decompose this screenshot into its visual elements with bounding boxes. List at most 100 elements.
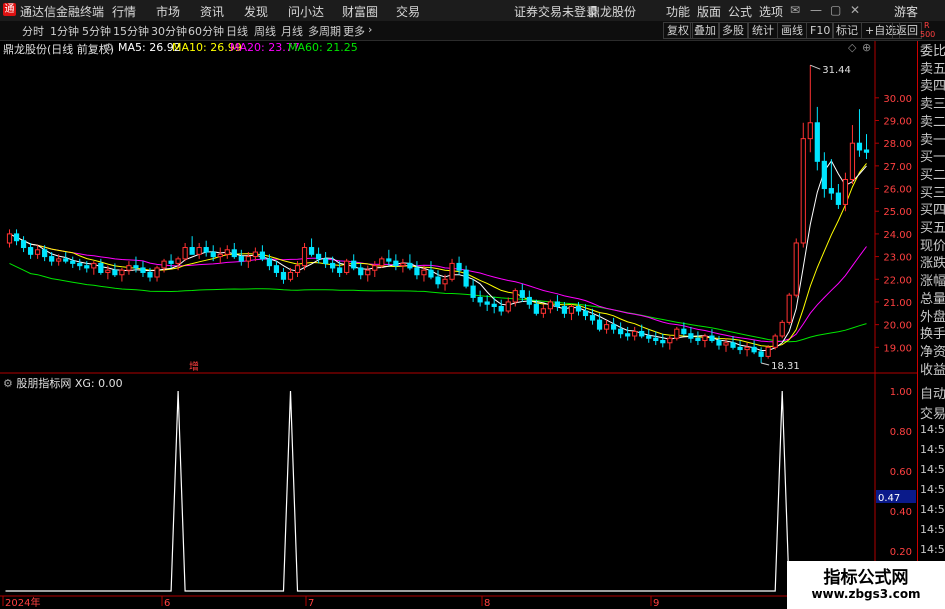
candle-body — [266, 258, 273, 267]
candle-body — [603, 324, 610, 330]
indicator-xg: XG: 0.00 — [74, 377, 123, 390]
ticks-panel-label: 交易 — [920, 407, 945, 422]
candle-body — [618, 328, 624, 335]
candle-body — [189, 247, 195, 255]
candle-body — [779, 321, 785, 337]
tick-time: 14:56 — [920, 463, 945, 476]
candle-body — [168, 260, 174, 264]
candle-body — [533, 303, 539, 314]
quote-row-label: 卖一 — [920, 132, 945, 148]
candle-body — [575, 305, 582, 312]
candle-body — [484, 301, 490, 305]
candle-body — [56, 258, 62, 262]
time-tick-label: 9 — [653, 598, 659, 609]
quote-row-label: 买二 — [920, 167, 945, 183]
high-annotation: 31.44 — [822, 65, 851, 76]
time-tick-label: 2024年 — [5, 596, 40, 609]
candle-body — [688, 333, 694, 339]
candle-body — [337, 267, 343, 273]
candle-body — [428, 269, 434, 278]
candle-body — [238, 256, 244, 262]
quote-row-label: 卖二 — [920, 114, 945, 130]
indicator-name: 股朋指标网 — [16, 377, 72, 390]
candle-body — [386, 258, 392, 262]
low-marker-line — [761, 362, 770, 366]
candle-body — [449, 262, 455, 280]
candle-body — [751, 346, 757, 353]
candle-body — [358, 267, 364, 276]
candle-body — [301, 247, 308, 267]
candle-body — [589, 315, 596, 321]
price-tick-label: 24.00 — [883, 230, 912, 241]
candle-body — [660, 340, 666, 344]
candle-body — [596, 319, 603, 330]
candle-body — [505, 301, 511, 312]
indicator-tick-label: 0.20 — [890, 547, 912, 558]
candle-body — [203, 247, 209, 253]
price-tick-label: 28.00 — [883, 139, 912, 150]
watermark-title: 指标公式网 — [823, 568, 909, 588]
candle-body — [702, 335, 708, 342]
candle-body — [442, 278, 448, 285]
candle-body — [161, 260, 167, 269]
candle-body — [849, 142, 856, 180]
candle-body — [716, 340, 722, 346]
candle-body — [526, 296, 532, 305]
candle-body — [800, 138, 806, 244]
candle-body — [379, 258, 385, 267]
candle-body — [758, 351, 764, 357]
candle-body — [667, 337, 673, 344]
candle-body — [646, 335, 652, 339]
price-tick-label: 23.00 — [883, 253, 912, 264]
candle-body — [84, 265, 90, 269]
ma-lines — [9, 159, 867, 351]
candle-body — [477, 296, 483, 303]
chart-canvas[interactable]: 31.44 18.31 增 30.00 29.00 28.00 27.00 26.00 25.0… — [0, 0, 945, 609]
candle-body — [27, 247, 34, 255]
indicator-tick-label: 0.60 — [890, 467, 912, 478]
candle-body — [821, 160, 827, 190]
high-marker-line — [810, 64, 821, 70]
candle-body — [365, 269, 371, 276]
candle-body — [133, 265, 139, 269]
xg-line — [5, 390, 872, 592]
candle-body — [154, 267, 160, 278]
candle-body — [140, 267, 146, 273]
quote-row-label: 涨幅 — [920, 274, 945, 290]
candle-body — [491, 303, 497, 307]
candle-body — [63, 258, 69, 262]
candle-body — [330, 262, 336, 269]
candle-body — [807, 122, 813, 140]
quote-row-label: 卖四 — [920, 79, 945, 95]
candle-body — [323, 258, 329, 264]
candle-body — [98, 262, 104, 273]
candle-body — [568, 305, 575, 314]
candle-body — [625, 333, 631, 337]
candlestick-series — [6, 65, 870, 363]
candle-body — [273, 265, 280, 273]
candle-body — [723, 342, 729, 346]
candle-body — [112, 269, 118, 276]
low-annotation: 18.31 — [771, 361, 800, 372]
candle-body — [730, 342, 736, 348]
candle-body — [35, 249, 41, 255]
price-tick-label: 30.00 — [883, 94, 912, 105]
tick-time: 14:56 — [920, 443, 945, 456]
candle-body — [695, 337, 701, 342]
candle-body — [632, 330, 638, 337]
tick-time: 14:56 — [920, 423, 945, 436]
indicator-gear-icon[interactable]: ⚙ — [3, 377, 13, 390]
ticks-panel-label: 自动 — [920, 387, 945, 402]
price-tick-label: 22.00 — [883, 275, 912, 286]
candle-body — [400, 262, 406, 267]
candle-body — [175, 258, 181, 264]
candle-body — [42, 249, 48, 258]
candle-body — [105, 269, 111, 273]
candle-body — [308, 247, 315, 255]
candle-body — [547, 301, 553, 310]
candle-body — [372, 265, 378, 271]
price-tick-label: 19.00 — [883, 343, 912, 354]
quote-row-label: 买四 — [920, 203, 945, 219]
quote-row-label: 买一 — [920, 150, 945, 166]
zeng-marker: 增 — [189, 360, 199, 373]
